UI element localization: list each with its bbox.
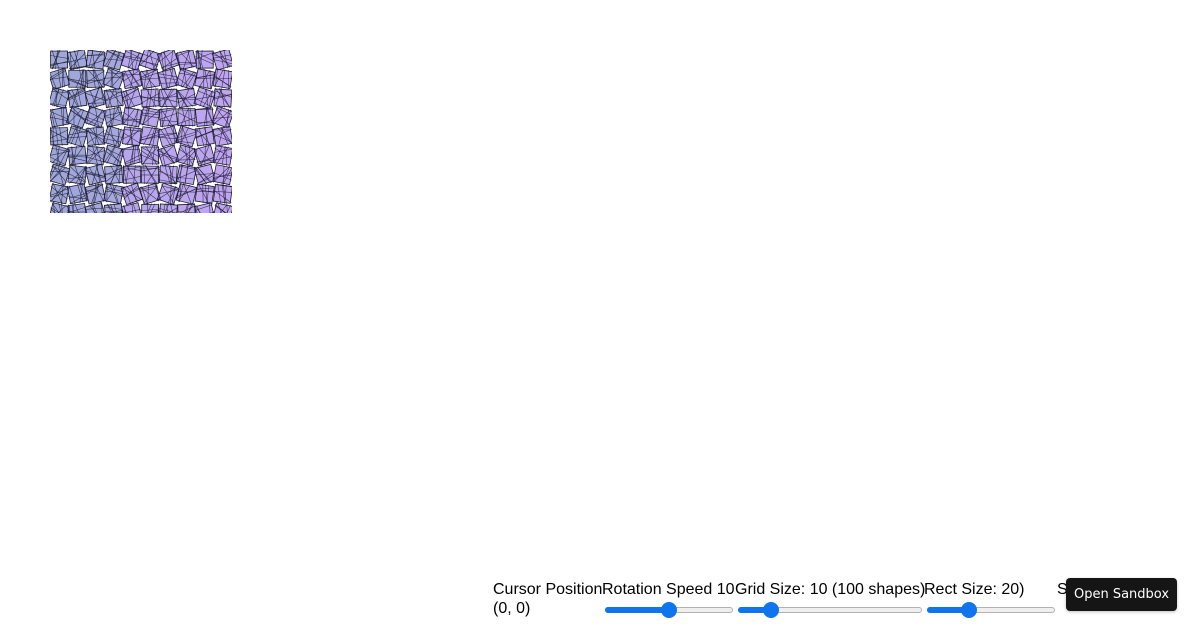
grid-square: [140, 88, 160, 108]
grid-square: [157, 67, 180, 90]
grid-square: [84, 183, 107, 205]
grid-square: [66, 50, 89, 71]
grid-square: [50, 67, 71, 90]
rotation-speed-slider-thumb[interactable]: [661, 602, 677, 618]
grid-square: [139, 126, 161, 147]
grid-square: [84, 163, 107, 186]
grid-square: [67, 145, 88, 166]
grid-square: [194, 107, 215, 127]
grid-square: [193, 202, 216, 213]
grid-size-slider-thumb[interactable]: [763, 602, 780, 618]
grid-square: [176, 87, 197, 109]
grid-square: [102, 50, 125, 71]
grid-square: [66, 183, 89, 205]
grid-square: [86, 69, 106, 89]
grid-square: [158, 106, 179, 128]
grid-square: [176, 203, 197, 213]
grid-square: [156, 182, 180, 206]
grid-size-slider[interactable]: [738, 602, 922, 618]
grid-square: [158, 88, 178, 108]
grid-square: [103, 203, 124, 213]
rect-size-control: Rect Size: 20): [924, 580, 1055, 618]
grid-square: [156, 144, 180, 167]
grid-square: [102, 125, 125, 148]
open-sandbox-button[interactable]: Open Sandbox: [1066, 578, 1177, 611]
grid-square: [50, 106, 70, 128]
grid-square: [66, 125, 89, 148]
rotation-speed-slider[interactable]: [605, 602, 733, 618]
grid-square: [140, 203, 160, 213]
grid-square: [212, 164, 232, 186]
rotation-speed-label: Rotation Speed 10: [602, 581, 735, 598]
grid-square: [121, 68, 143, 90]
grid-square: [83, 86, 107, 110]
grid-square: [85, 145, 106, 166]
grid-square: [120, 144, 143, 167]
grid-square: [120, 182, 144, 206]
grid-square: [175, 144, 198, 167]
grid-square: [212, 145, 232, 166]
grid-square: [67, 87, 88, 109]
grid-square: [50, 50, 69, 70]
grid-square: [212, 126, 232, 147]
grid-square: [140, 145, 160, 166]
grid-square: [103, 87, 124, 109]
grid-square: [212, 183, 232, 204]
sketch-stage: Cursor Position (0, 0) Rotation Speed 10…: [0, 0, 1200, 630]
grid-square: [85, 126, 106, 147]
grid-square: [158, 164, 178, 185]
grid-square: [104, 164, 124, 185]
grid-square: [139, 68, 161, 90]
grid-square: [139, 106, 161, 128]
grid-square: [175, 67, 198, 90]
grid-square: [103, 182, 125, 205]
grid-square: [176, 107, 197, 127]
grid-square: [213, 87, 232, 109]
grid-square: [120, 86, 144, 110]
rect-size-slider[interactable]: [927, 602, 1055, 618]
rotation-speed-control: Rotation Speed 10: [602, 580, 735, 618]
grid-square: [194, 126, 215, 147]
grid-square: [103, 106, 125, 129]
grid-square: [122, 165, 142, 185]
grid-square: [193, 144, 216, 167]
grid-square: [194, 183, 216, 205]
cursor-position-control: Cursor Position (0, 0): [493, 580, 602, 618]
grid-square: [102, 144, 125, 167]
grid-square: [50, 182, 71, 205]
cursor-position-value: (0, 0): [493, 600, 531, 617]
grid-square: [211, 50, 232, 71]
grid-square: [84, 105, 107, 129]
grid-square: [193, 86, 216, 110]
grid-square: [84, 50, 106, 70]
grid-size-label: Grid Size: 10 (100 shapes): [735, 581, 926, 598]
grid-square: [50, 126, 69, 146]
grid-square: [175, 164, 198, 186]
grid-square: [157, 125, 180, 148]
grid-square: [140, 164, 160, 185]
cursor-position-label: Cursor Position: [493, 581, 603, 598]
grid-square: [158, 203, 179, 213]
grid-square: [193, 163, 216, 186]
rotating-square-grid-canvas[interactable]: [50, 50, 232, 213]
grid-square: [121, 126, 143, 147]
grid-square: [175, 50, 198, 71]
grid-square: [174, 124, 199, 148]
grid-square: [175, 182, 198, 205]
grid-square: [67, 69, 87, 89]
grid-square: [67, 164, 88, 185]
grid-square: [138, 50, 162, 72]
grid-square: [121, 106, 143, 128]
grid-square: [194, 68, 216, 90]
grid-square: [212, 68, 232, 90]
rect-size-label: Rect Size: 20): [924, 581, 1025, 598]
grid-square: [195, 50, 215, 70]
grid-size-control: Grid Size: 10 (100 shapes): [735, 580, 926, 618]
rect-size-slider-thumb[interactable]: [961, 602, 978, 618]
grid-square: [102, 67, 126, 91]
